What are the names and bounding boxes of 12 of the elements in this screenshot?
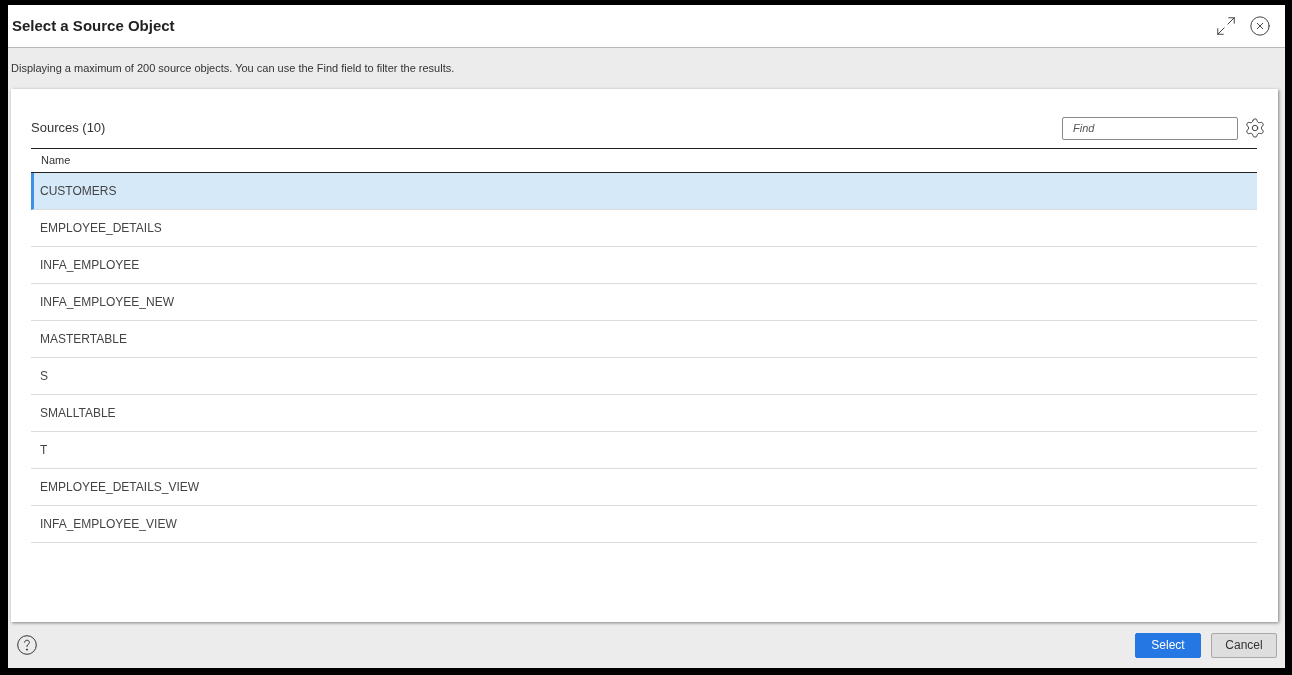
find-field[interactable]: Find (1062, 116, 1238, 140)
expand-icon[interactable] (1215, 15, 1237, 37)
close-icon[interactable] (1249, 15, 1271, 37)
source-row[interactable]: CUSTOMERS (31, 173, 1257, 210)
dialog-title: Select a Source Object (12, 15, 175, 36)
column-header[interactable]: Name (41, 152, 71, 169)
sources-title: Sources (10) (31, 119, 106, 138)
info-text: Displaying a maximum of 200 source objects. You can use the Find field to filter the results. (11, 61, 455, 77)
cancel-button[interactable]: Cancel (1211, 632, 1277, 658)
select-button[interactable]: Select (1135, 632, 1201, 658)
help-icon[interactable] (17, 635, 37, 655)
settings-icon[interactable] (1244, 117, 1266, 139)
